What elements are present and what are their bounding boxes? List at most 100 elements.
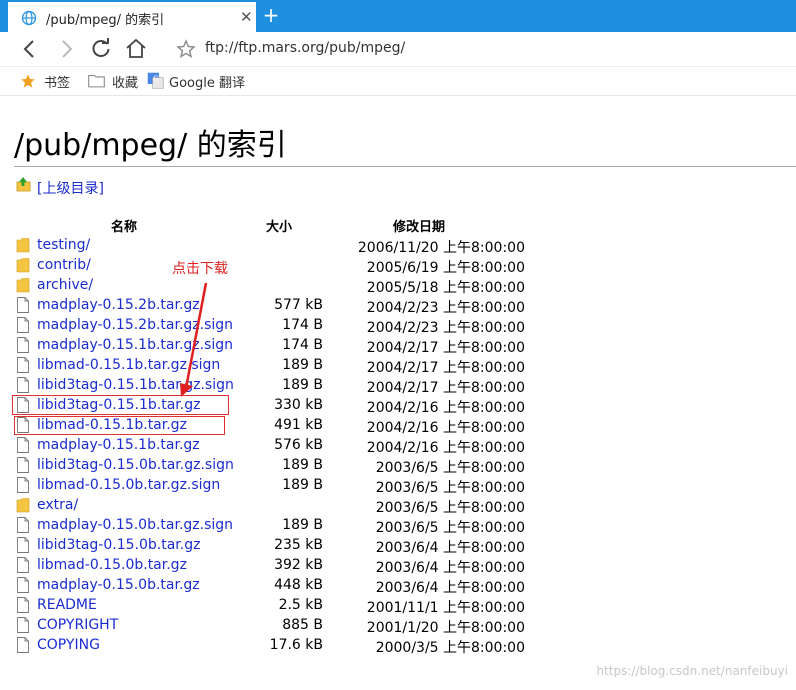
file-date: 2004/2/17 上午8:00:00 (366, 360, 525, 376)
file-icon (16, 297, 30, 313)
file-link[interactable]: extra/ (37, 497, 78, 513)
highlight-box-libid3tag (12, 395, 229, 415)
reload-icon[interactable] (89, 37, 113, 61)
table-row: archive/2005/5/18 上午8:00:00 (0, 276, 560, 296)
file-icon (16, 617, 30, 633)
file-date: 2004/2/23 上午8:00:00 (366, 320, 525, 336)
file-link[interactable]: madplay-0.15.0b.tar.gz.sign (37, 517, 233, 533)
file-size: 235 kB (274, 537, 323, 553)
file-link[interactable]: contrib/ (37, 257, 91, 273)
table-row: COPYING 17.6 kB 2000/3/5 上午8:00:00 (0, 636, 560, 656)
file-size: 189 B (282, 357, 323, 373)
home-icon[interactable] (124, 37, 148, 61)
new-tab-button[interactable]: + (262, 3, 280, 27)
back-arrow-icon[interactable] (18, 37, 42, 61)
file-link[interactable]: libmad-0.15.1b.tar.gz.sign (37, 357, 220, 373)
bookmark-item-shuqian[interactable]: 书签 (44, 72, 70, 91)
file-icon (16, 597, 30, 613)
file-icon (16, 317, 30, 333)
address-bar[interactable]: ftp://ftp.mars.org/pub/mpeg/ (205, 40, 405, 56)
table-row: contrib/2005/6/19 上午8:00:00 (0, 256, 560, 276)
file-date: 2004/2/17 上午8:00:00 (366, 340, 525, 356)
table-row: testing/2006/11/20 上午8:00:00 (0, 236, 560, 256)
file-link[interactable]: COPYING (37, 637, 100, 653)
file-size: 577 kB (274, 297, 323, 313)
folder-icon (16, 497, 30, 513)
file-size: 174 B (282, 337, 323, 353)
file-size: 491 kB (274, 417, 323, 433)
file-icon (16, 477, 30, 493)
file-size: 2.5 kB (278, 597, 323, 613)
forward-arrow-icon[interactable] (54, 37, 78, 61)
table-row: libid3tag-0.15.0b.tar.gz 235 kB 2003/6/4 上… (0, 536, 560, 556)
active-tab[interactable]: /pub/mpeg/ 的索引 ✕ (8, 2, 256, 32)
file-link[interactable]: madplay-0.15.2b.tar.gz (37, 297, 200, 313)
column-header-name[interactable]: 名称 (111, 216, 137, 235)
translate-icon: G (147, 72, 164, 89)
file-link[interactable]: COPYRIGHT (37, 617, 118, 633)
watermark: https://blog.csdn.net/nanfeibuyi (596, 664, 788, 678)
file-icon (16, 557, 30, 573)
highlight-box-libmad (14, 416, 225, 435)
file-date: 2003/6/5 上午8:00:00 (375, 460, 525, 476)
parent-directory-label[interactable]: [上级目录] (37, 178, 104, 198)
file-link[interactable]: libid3tag-0.15.1b.tar.gz.sign (37, 377, 234, 393)
file-date: 2003/6/5 上午8:00:00 (375, 480, 525, 496)
file-date: 2004/2/16 上午8:00:00 (366, 440, 525, 456)
column-header-modified[interactable]: 修改日期 (393, 216, 445, 235)
table-row: madplay-0.15.2b.tar.gz 577 kB 2004/2/23 上午… (0, 296, 560, 316)
column-header-size[interactable]: 大小 (266, 216, 292, 235)
table-row: madplay-0.15.1b.tar.gz.sign 174 B 2004/2/1… (0, 336, 560, 356)
file-size: 189 B (282, 457, 323, 473)
file-date: 2003/6/4 上午8:00:00 (375, 540, 525, 556)
file-link[interactable]: libmad-0.15.0b.tar.gz (37, 557, 187, 573)
file-link[interactable]: madplay-0.15.1b.tar.gz.sign (37, 337, 233, 353)
file-icon (16, 357, 30, 373)
file-date: 2005/6/19 上午8:00:00 (366, 260, 525, 276)
bookmark-item-google-translate[interactable]: Google 翻译 (169, 72, 245, 91)
file-date: 2005/5/18 上午8:00:00 (366, 280, 525, 296)
file-icon (16, 537, 30, 553)
folder-icon (16, 257, 30, 273)
file-date: 2003/6/5 上午8:00:00 (375, 500, 525, 516)
file-icon (16, 517, 30, 533)
file-icon (16, 637, 30, 653)
table-row: libid3tag-0.15.0b.tar.gz.sign 189 B 2003/6… (0, 456, 560, 476)
file-date: 2004/2/17 上午8:00:00 (366, 380, 525, 396)
file-icon (16, 377, 30, 393)
table-row: extra/2003/6/5 上午8:00:00 (0, 496, 560, 516)
bookmark-item-shoucang[interactable]: 收藏 (112, 72, 138, 91)
file-size: 189 B (282, 377, 323, 393)
page-title: /pub/mpeg/ 的索引 (14, 128, 287, 163)
file-link[interactable]: libmad-0.15.0b.tar.gz.sign (37, 477, 220, 493)
file-size: 17.6 kB (269, 637, 323, 653)
file-link[interactable]: madplay-0.15.2b.tar.gz.sign (37, 317, 233, 333)
table-row: libid3tag-0.15.1b.tar.gz.sign 189 B 2004/2… (0, 376, 560, 396)
file-date: 2000/3/5 上午8:00:00 (375, 640, 525, 656)
bookmarks-bar: 书签 收藏 G Google 翻译 (0, 67, 796, 96)
file-link[interactable]: madplay-0.15.0b.tar.gz (37, 577, 200, 593)
favorite-star-icon[interactable] (174, 37, 198, 61)
file-icon (16, 577, 30, 593)
file-date: 2001/11/1 上午8:00:00 (366, 600, 525, 616)
file-size: 330 kB (274, 397, 323, 413)
file-link[interactable]: archive/ (37, 277, 93, 293)
file-size: 448 kB (274, 577, 323, 593)
divider (14, 166, 796, 167)
close-tab-icon[interactable]: ✕ (240, 8, 253, 26)
file-size: 392 kB (274, 557, 323, 573)
file-link[interactable]: testing/ (37, 237, 90, 253)
annotation-label: 点击下载 (172, 261, 228, 277)
file-link[interactable]: README (37, 597, 97, 613)
table-row: COPYRIGHT 885 B 2001/1/20 上午8:00:00 (0, 616, 560, 636)
tab-title: /pub/mpeg/ 的索引 (46, 13, 165, 28)
file-date: 2006/11/20 上午8:00:00 (357, 240, 525, 256)
folder-icon (16, 237, 30, 253)
file-link[interactable]: madplay-0.15.1b.tar.gz (37, 437, 200, 453)
globe-icon (21, 10, 37, 26)
file-link[interactable]: libid3tag-0.15.0b.tar.gz.sign (37, 457, 234, 473)
file-link[interactable]: libid3tag-0.15.0b.tar.gz (37, 537, 200, 553)
file-date: 2003/6/5 上午8:00:00 (375, 520, 525, 536)
table-row: README 2.5 kB 2001/11/1 上午8:00:00 (0, 596, 560, 616)
file-date: 2003/6/4 上午8:00:00 (375, 580, 525, 596)
